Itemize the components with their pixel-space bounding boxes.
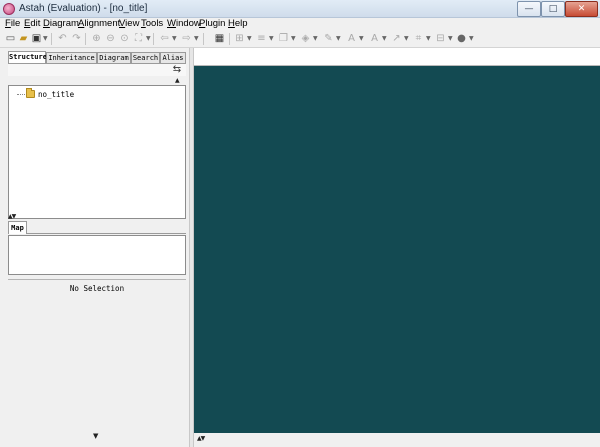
scroll-down-icon[interactable]: ▼ (93, 432, 98, 440)
close-button[interactable]: ✕ (565, 1, 598, 17)
open-folder-icon[interactable]: ▰ (17, 32, 30, 45)
zoom-fit-icon[interactable]: ⊙ (118, 32, 131, 45)
align-dropdown-icon[interactable]: ▼ (247, 35, 252, 42)
undo-icon[interactable]: ↶ (56, 32, 69, 45)
toolbar-separator (229, 33, 230, 45)
distribute-dropdown-icon[interactable]: ▼ (269, 35, 274, 42)
menu-diagram[interactable]: Diagram (43, 18, 79, 30)
diagram-canvas[interactable] (194, 66, 600, 433)
toolbar-separator (85, 33, 86, 45)
back-dropdown-icon[interactable]: ▼ (172, 35, 177, 42)
forward-icon[interactable]: ⇨ (180, 32, 193, 45)
layer-dropdown-icon[interactable]: ▼ (291, 35, 296, 42)
shape-dropdown-icon[interactable]: ▼ (469, 35, 474, 42)
tab-map[interactable]: Map (8, 221, 27, 234)
project-view-tabs: Structure Inheritance Diagram Search Ali… (8, 51, 186, 64)
tab-search[interactable]: Search (131, 52, 160, 63)
layout-icon[interactable]: ⊟ (434, 32, 447, 45)
split-expand-icon[interactable]: ▲▼ (197, 435, 205, 442)
save-dropdown-icon[interactable]: ▼ (43, 35, 48, 42)
back-icon[interactable]: ⇦ (158, 32, 171, 45)
forward-dropdown-icon[interactable]: ▼ (194, 35, 199, 42)
new-file-icon[interactable]: ▭ (4, 32, 17, 45)
structure-toolbar: ⇆ (8, 64, 186, 76)
toolbar-separator (203, 33, 204, 45)
map-view (8, 235, 186, 275)
tree-node-root[interactable]: no_title (17, 88, 75, 99)
title-bar: Astah (Evaluation) - [no_title] — □ ✕ (0, 0, 600, 18)
tab-diagram[interactable]: Diagram (97, 52, 131, 63)
toolbar-separator (153, 33, 154, 45)
zoom-in-icon[interactable]: ⊕ (90, 32, 103, 45)
minimize-button[interactable]: — (517, 1, 541, 17)
property-view: No Selection (8, 279, 186, 444)
maximize-button[interactable]: □ (541, 1, 565, 17)
menu-tools[interactable]: Tools (141, 18, 163, 30)
no-selection-text: No Selection (69, 284, 125, 293)
menu-view[interactable]: View (119, 18, 139, 30)
line-style-dropdown-icon[interactable]: ▼ (404, 35, 409, 42)
sync-icon[interactable]: ⇆ (171, 64, 183, 76)
menu-window[interactable]: Window (167, 18, 201, 30)
redo-icon[interactable]: ↷ (70, 32, 83, 45)
font-color-icon[interactable]: A (345, 32, 358, 45)
folder-icon (26, 88, 35, 98)
zoom-dropdown-icon[interactable]: ▼ (146, 35, 151, 42)
menu-edit[interactable]: Edit (24, 18, 40, 30)
layout-dropdown-icon[interactable]: ▼ (448, 35, 453, 42)
map-tabs: Map (8, 221, 186, 234)
window-title: Astah (Evaluation) - [no_title] (19, 3, 148, 14)
font-size-icon[interactable]: A (368, 32, 381, 45)
split-expand-icon[interactable]: ▲▼ (8, 213, 16, 220)
grid-icon[interactable]: ▦ (213, 32, 226, 45)
menu-help[interactable]: Help (228, 18, 248, 30)
main-toolbar: ▭ ▰ ▣ ▼ ↶ ↷ ⊕ ⊖ ⊙ ⛶ ▼ ⇦ ▼ ⇨ ▼ ▦ ⊞ ▼ ≡ ▼ … (0, 30, 600, 48)
arrange-dropdown-icon[interactable]: ▼ (426, 35, 431, 42)
toolbar-separator (51, 33, 52, 45)
menu-alignment[interactable]: Alignment (78, 18, 120, 30)
shape-circle-icon[interactable]: ● (455, 32, 468, 45)
menu-bar: File Edit Diagram Alignment View Tools W… (0, 18, 600, 30)
line-color-icon[interactable]: ✎ (322, 32, 335, 45)
diagram-tab-bar (194, 48, 600, 66)
font-color-dropdown-icon[interactable]: ▼ (359, 35, 364, 42)
font-size-dropdown-icon[interactable]: ▼ (382, 35, 387, 42)
menu-file[interactable]: File (5, 18, 20, 30)
align-icon[interactable]: ⊞ (233, 32, 246, 45)
astah-app-icon (3, 3, 15, 15)
menu-plugin[interactable]: Plugin (199, 18, 225, 30)
line-style-icon[interactable]: ↗ (390, 32, 403, 45)
tree-node-label: no_title (38, 89, 75, 99)
tab-alias[interactable]: Alias (160, 52, 186, 63)
tree-connector (17, 93, 25, 95)
tab-inheritance[interactable]: Inheritance (46, 52, 97, 63)
save-icon[interactable]: ▣ (30, 32, 43, 45)
layer-icon[interactable]: ❐ (277, 32, 290, 45)
structure-tree: no_title (8, 85, 186, 219)
line-color-dropdown-icon[interactable]: ▼ (336, 35, 341, 42)
scroll-up-icon[interactable]: ▲ (175, 77, 180, 84)
fit-window-icon[interactable]: ⛶ (132, 32, 145, 45)
fill-color-dropdown-icon[interactable]: ▼ (313, 35, 318, 42)
left-panel: Structure Inheritance Diagram Search Ali… (5, 48, 189, 447)
arrange-icon[interactable]: ⌗ (412, 32, 425, 45)
fill-color-icon[interactable]: ◈ (299, 32, 312, 45)
zoom-out-icon[interactable]: ⊖ (104, 32, 117, 45)
distribute-icon[interactable]: ≡ (255, 32, 268, 45)
diagram-bottom-bar: ▲▼ (194, 433, 600, 447)
